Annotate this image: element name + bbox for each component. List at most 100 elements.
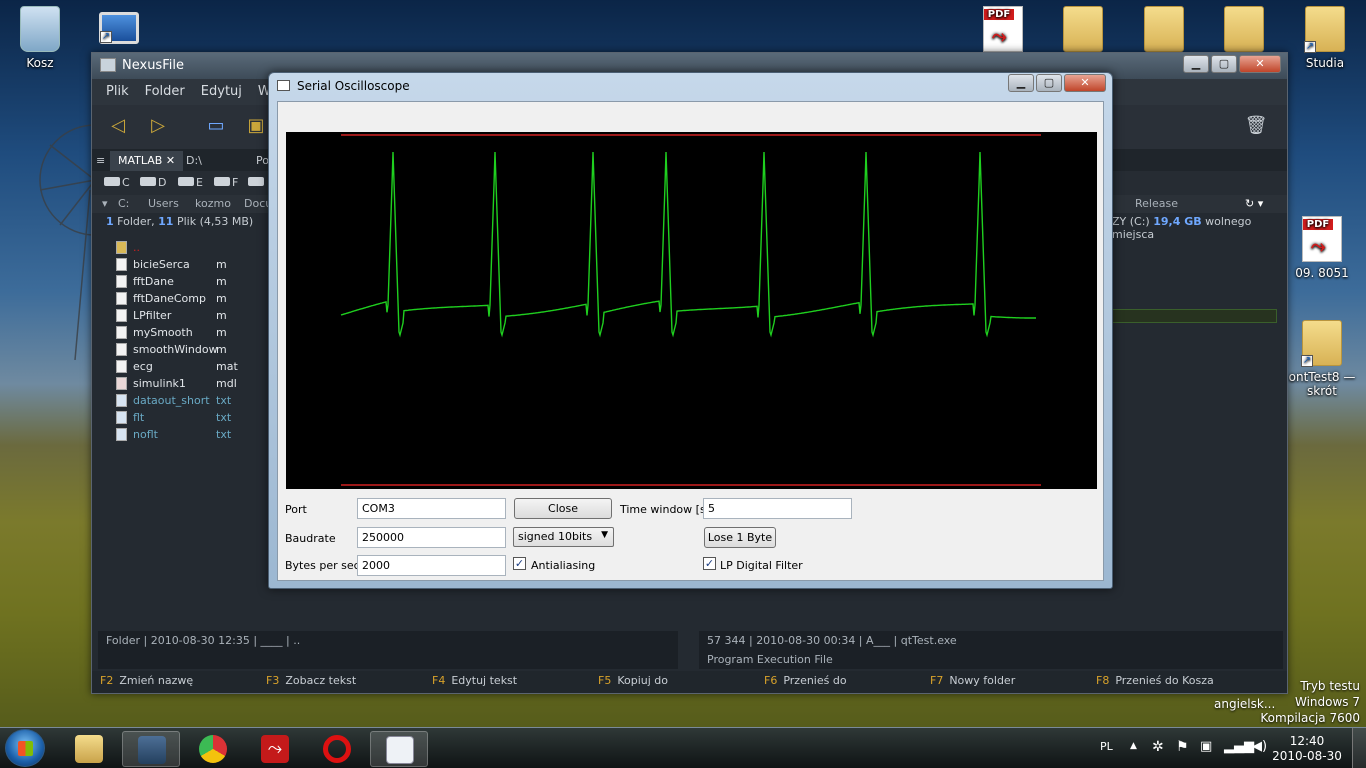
list-item-parent[interactable]: .. xyxy=(106,239,276,256)
desktop-icon-folder-3[interactable] xyxy=(1207,6,1281,56)
close-port-button[interactable]: Close xyxy=(514,498,612,519)
taskbar-serial-oscilloscope[interactable] xyxy=(370,731,428,767)
txt-file-icon xyxy=(116,394,127,407)
nexusfile-icon xyxy=(138,736,166,764)
breadcrumb-c[interactable]: C: xyxy=(118,197,129,210)
desktop-icon-computer[interactable]: ↗ xyxy=(82,6,156,48)
file-ext: txt xyxy=(216,411,232,424)
breadcrumb-kozmo[interactable]: kozmo xyxy=(195,197,231,210)
list-item[interactable]: mySmooth m xyxy=(106,324,276,341)
menu-folder[interactable]: Folder xyxy=(145,84,185,100)
folder-icon xyxy=(75,735,103,763)
file-ext: m xyxy=(216,326,227,339)
folder-icon xyxy=(1063,6,1103,52)
data-format-select[interactable]: signed 10bits ▼ xyxy=(513,527,614,547)
device-tray-icon[interactable]: ▣ xyxy=(1200,739,1212,754)
back-icon[interactable]: ◁ xyxy=(104,113,132,139)
desktop-icon-09-8051[interactable]: PDF ⤳ 09. 8051 xyxy=(1285,216,1359,280)
language-indicator[interactable]: PL xyxy=(1100,740,1113,753)
folder-open-icon[interactable]: ▣ xyxy=(242,113,270,139)
minimize-button[interactable]: ▁ xyxy=(1183,55,1209,73)
drive-f[interactable]: F xyxy=(214,176,238,189)
taskbar-nexusfile[interactable] xyxy=(122,731,180,767)
desktop-icon-recycle-bin[interactable]: Kosz xyxy=(3,6,77,70)
taskbar-acrobat[interactable]: ⤳ xyxy=(246,731,304,767)
breadcrumb-expand-icon[interactable]: ▾ xyxy=(102,197,108,210)
fkey-f7[interactable]: F7 Nowy folder xyxy=(930,674,1096,690)
menu-plik[interactable]: Plik xyxy=(106,84,129,100)
oscilloscope-titlebar[interactable]: Serial Oscilloscope ▁ ▢ ✕ xyxy=(269,73,1112,99)
desktop-icon-label: 09. 8051 xyxy=(1295,266,1349,280)
list-item[interactable]: smoothWindow m xyxy=(106,341,276,358)
clock[interactable]: 12:40 2010-08-30 xyxy=(1272,734,1342,764)
minimize-button[interactable]: ▁ xyxy=(1008,74,1034,92)
close-button[interactable]: ✕ xyxy=(1239,55,1281,73)
trash-icon[interactable]: 🗑 xyxy=(1242,113,1270,139)
list-item[interactable]: fftDane m xyxy=(106,273,276,290)
lose-byte-button[interactable]: Lose 1 Byte xyxy=(704,527,776,548)
antialiasing-label: Antialiasing xyxy=(531,559,596,572)
drive-g[interactable] xyxy=(248,176,266,189)
tab-matlab[interactable]: MATLAB ✕ xyxy=(110,151,184,171)
time-window-field[interactable]: 5 xyxy=(703,498,852,519)
view-icon[interactable]: ▭ xyxy=(202,113,230,139)
desktop-icon-studia[interactable]: ↗ Studia xyxy=(1288,6,1362,70)
desktop-icon-folder-2[interactable] xyxy=(1127,6,1201,56)
port-field[interactable]: COM3 xyxy=(357,498,506,519)
list-item[interactable]: noflt txt xyxy=(106,426,276,443)
list-item[interactable]: ecg mat xyxy=(106,358,276,375)
start-button[interactable] xyxy=(5,729,45,767)
desktop-icon-folder-1[interactable] xyxy=(1046,6,1120,56)
breadcrumb-release[interactable]: Release xyxy=(1135,197,1178,210)
drive-e[interactable]: E xyxy=(178,176,203,189)
list-item[interactable]: bicieSerca m xyxy=(106,256,276,273)
volume-icon[interactable]: ◀) xyxy=(1252,739,1267,754)
list-item[interactable]: LPfilter m xyxy=(106,307,276,324)
show-desktop-button[interactable] xyxy=(1352,728,1366,768)
breadcrumb-users[interactable]: Users xyxy=(148,197,179,210)
selected-row-right[interactable] xyxy=(1107,309,1277,323)
fkey-f3[interactable]: F3 Zobacz tekst xyxy=(266,674,432,690)
bytes-per-sec-field[interactable]: 2000 xyxy=(357,555,506,576)
maximize-button[interactable]: ▢ xyxy=(1036,74,1062,92)
fkey-f2[interactable]: F2 Zmień nazwę xyxy=(100,674,266,690)
baudrate-field[interactable]: 250000 xyxy=(357,527,506,548)
tab-list-icon[interactable]: ≡ xyxy=(92,151,109,171)
taskbar-chrome[interactable] xyxy=(184,731,242,767)
opera-icon xyxy=(323,735,351,763)
adobe-logo-icon: ⤳ xyxy=(1311,236,1326,257)
fkey-label: Zmień nazwę xyxy=(119,674,194,687)
tab-close-icon[interactable]: ✕ xyxy=(166,154,175,167)
drive-d[interactable]: D xyxy=(140,176,166,189)
taskbar-opera[interactable] xyxy=(308,731,366,767)
close-button[interactable]: ✕ xyxy=(1064,74,1106,92)
file-name: dataout_short xyxy=(133,394,210,407)
fkey-f4[interactable]: F4 Edytuj tekst xyxy=(432,674,598,690)
list-item[interactable]: dataout_short txt xyxy=(106,392,276,409)
function-key-bar: F2 Zmień nazwę F3 Zobacz tekst F4 Edytuj te… xyxy=(92,671,1287,693)
txt-file-icon xyxy=(116,428,127,441)
tab-d[interactable]: D:\ xyxy=(178,151,210,171)
fkey-f6[interactable]: F6 Przenieś do xyxy=(764,674,930,690)
menu-edytuj[interactable]: Edytuj xyxy=(201,84,242,100)
list-item[interactable]: fftDaneComp m xyxy=(106,290,276,307)
drive-c[interactable]: C xyxy=(104,176,130,189)
desktop-icon-pdf-1[interactable]: PDF ⤳ xyxy=(966,6,1040,56)
maximize-button[interactable]: ▢ xyxy=(1211,55,1237,73)
forward-icon[interactable]: ▷ xyxy=(144,113,172,139)
desktop-icon-onttest8[interactable]: ↗ ontTest8 — skrót xyxy=(1285,320,1359,398)
network-icon[interactable]: ▂▄▆ xyxy=(1224,739,1254,754)
show-hidden-icons[interactable]: ▲ xyxy=(1130,741,1137,751)
fkey-f5[interactable]: F5 Kopiuj do xyxy=(598,674,764,690)
list-item[interactable]: flt txt xyxy=(106,409,276,426)
lp-filter-checkbox[interactable]: ✓ xyxy=(703,557,716,570)
settings-tray-icon[interactable]: ✲ xyxy=(1152,739,1164,755)
list-item[interactable]: simulink1 mdl xyxy=(106,375,276,392)
antialiasing-checkbox[interactable]: ✓ xyxy=(513,557,526,570)
fkey-f8[interactable]: F8 Przenieś do Kosza xyxy=(1096,674,1262,690)
action-center-flag-icon[interactable]: ⚑ xyxy=(1176,739,1189,755)
taskbar-explorer[interactable] xyxy=(60,731,118,767)
refresh-icon[interactable]: ↻ ▾ xyxy=(1245,197,1263,210)
file-name: smoothWindow xyxy=(133,343,218,356)
file-list: .. bicieSerca m fftDane m fftDaneComp m LPf… xyxy=(106,239,276,443)
